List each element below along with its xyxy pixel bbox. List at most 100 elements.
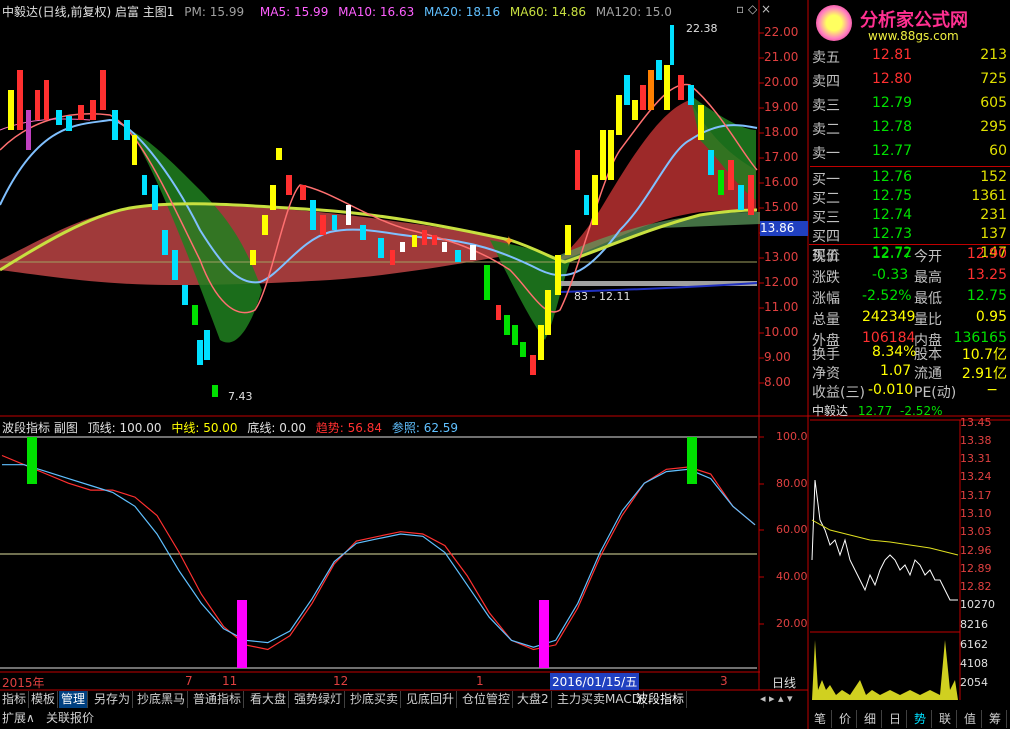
y-tick-8: 8.00 xyxy=(764,375,791,389)
ask-row[interactable]: 卖三 12.79 605 xyxy=(810,95,1010,115)
ma10-label: MA10: 16.63 xyxy=(338,5,415,19)
mini-y: 6162 xyxy=(960,638,988,651)
mini-y: 13.31 xyxy=(960,452,992,465)
sub-y-tick: 100.0 xyxy=(776,430,808,443)
period-label[interactable]: 日线 xyxy=(772,674,796,691)
indicator-tabs: 指标 模板 管理 另存为 抄底黑马 普通指标 看大盘 强势绿灯 抄底买卖 见底回… xyxy=(0,691,770,709)
quote-divider-1 xyxy=(809,244,1010,245)
mini-y: 13.10 xyxy=(960,507,992,520)
ask-row[interactable]: 卖五 12.81 213 xyxy=(810,47,1010,67)
tab-manage[interactable]: 管理 xyxy=(59,691,89,708)
side-tab-trend[interactable]: 势 xyxy=(909,710,932,728)
sub-y-ticks xyxy=(759,436,764,625)
stock-chart-window: 中毅达(日线,前复权) 启富 主图1 PM: 15.99 MA5: 15.99 … xyxy=(0,0,1010,729)
high-marker: 22.38 xyxy=(686,22,718,35)
bid-row[interactable]: 买三 12.74 231 xyxy=(810,207,1010,227)
mini-y: 8216 xyxy=(960,618,988,631)
related-quote-button[interactable]: 关联报价 xyxy=(46,710,94,727)
side-tab-tick[interactable]: 笔 xyxy=(809,710,832,728)
tab-indicator[interactable]: 指标 xyxy=(0,691,30,708)
sub-sell-signal-1 xyxy=(27,437,37,484)
timeline-month: 11 xyxy=(222,674,238,688)
y-tick-13: 13.00 xyxy=(764,250,799,264)
scroll-arrows[interactable]: ◂ ▸ ▴ ▾ xyxy=(760,692,793,705)
tab-green-light[interactable]: 强势绿灯 xyxy=(292,691,346,708)
y-tick-10: 10.00 xyxy=(764,325,799,339)
sub-y-tick: 80.00 xyxy=(776,477,808,490)
sub-chart-plot xyxy=(1,454,756,651)
quote-row: 净资 1.07 流通 2.91亿 xyxy=(812,363,1007,382)
tab-save-as[interactable]: 另存为 xyxy=(92,691,134,708)
mini-y: 12.96 xyxy=(960,544,992,557)
mini-header: 中毅达 12.77 -2.52% xyxy=(812,402,942,419)
mid-marker: 83 - 12.11 xyxy=(574,290,631,303)
main-chart-header: 中毅达(日线,前复权) 启富 主图1 PM: 15.99 MA5: 15.99 … xyxy=(2,3,678,19)
mini-y: 10270 xyxy=(960,598,995,611)
expand-button[interactable]: 扩展∧ xyxy=(2,710,35,727)
y-tick-22: 22.00 xyxy=(764,25,799,39)
quote-row: 现价 12.77 今开 12.90 xyxy=(812,246,1007,265)
side-tab-chips[interactable]: 筹 xyxy=(984,710,1007,728)
timeline-month: 3 xyxy=(720,674,728,688)
mini-y: 13.45 xyxy=(960,416,992,429)
quote-row: 换手 8.34% 股本 10.7亿 xyxy=(812,344,1007,363)
bid-row[interactable]: 买四 12.73 137 xyxy=(810,226,1010,246)
sub-chart-header: 波段指标 副图 顶线: 100.00 中线: 50.00 底线: 0.00 趋势… xyxy=(2,419,464,435)
bid-row[interactable]: 买一 12.76 152 xyxy=(810,169,1010,189)
tab-market2[interactable]: 大盘2 xyxy=(515,691,552,708)
tab-normal-indicator[interactable]: 普通指标 xyxy=(191,691,245,708)
mini-y: 13.03 xyxy=(960,525,992,538)
tab-main-macd[interactable]: 主力买卖MACD xyxy=(555,691,644,708)
mini-y: 12.82 xyxy=(960,580,992,593)
mini-y: 13.38 xyxy=(960,434,992,447)
mini-price: 12.77 xyxy=(857,404,893,418)
y-tick-11: 11.00 xyxy=(764,300,799,314)
sub-series-line-0 xyxy=(1,454,756,651)
mini-y: 12.89 xyxy=(960,562,992,575)
mini-name: 中毅达 xyxy=(812,404,849,418)
ma5-label: MA5: 15.99 xyxy=(259,5,329,19)
timeline-month: 7 xyxy=(185,674,193,688)
y-tick-17: 17.00 xyxy=(764,150,799,164)
sub-sell-signal-2 xyxy=(687,437,697,484)
ask-row[interactable]: 卖四 12.80 725 xyxy=(810,71,1010,91)
tab-band-indicator[interactable]: 波段指标 xyxy=(634,691,688,708)
chart-title[interactable]: 中毅达(日线,前复权) 启富 主图1 xyxy=(2,5,174,19)
mini-change: -2.52% xyxy=(900,404,943,418)
mini-y: 13.17 xyxy=(960,489,992,502)
tab-market[interactable]: 看大盘 xyxy=(248,691,290,708)
sub-y-tick: 60.00 xyxy=(776,523,808,536)
sub-title[interactable]: 波段指标 副图 xyxy=(2,421,78,435)
y-tick-12: 12.00 xyxy=(764,275,799,289)
timeline-month: 1 xyxy=(476,674,484,688)
header-controls[interactable]: ▫ ◇ × xyxy=(736,2,771,16)
y-tick-20: 20.00 xyxy=(764,75,799,89)
y-tick-16: 16.00 xyxy=(764,175,799,189)
bid-row[interactable]: 买二 12.75 1361 xyxy=(810,188,1010,208)
order-book-divider xyxy=(810,166,1010,167)
tab-position[interactable]: 仓位管控 xyxy=(460,691,514,708)
sub-trend-label: 趋势: 56.84 xyxy=(315,421,383,435)
side-tab-detail[interactable]: 细 xyxy=(859,710,882,728)
tab-bottom-horse[interactable]: 抄底黑马 xyxy=(135,691,189,708)
sub-y-tick: 40.00 xyxy=(776,570,808,583)
tab-template[interactable]: 模板 xyxy=(29,691,59,708)
sub-bottom-label: 底线: 0.00 xyxy=(247,421,306,435)
timeline-month: 12 xyxy=(333,674,349,688)
sub-top-label: 顶线: 100.00 xyxy=(87,421,162,435)
mini-y: 13.24 xyxy=(960,470,992,483)
sub-buy-signal-2 xyxy=(539,600,549,668)
side-tab-day[interactable]: 日 xyxy=(884,710,907,728)
mini-y: 4108 xyxy=(960,657,988,670)
tab-bottom-trade[interactable]: 抄底买卖 xyxy=(348,691,402,708)
ask-row[interactable]: 卖一 12.77 60 xyxy=(810,143,1010,163)
brand-url: www.88gs.com xyxy=(868,29,959,43)
side-tab-price[interactable]: 价 xyxy=(834,710,857,728)
ask-row[interactable]: 卖二 12.78 295 xyxy=(810,119,1010,139)
y-tick-21: 21.00 xyxy=(764,50,799,64)
tab-rebound[interactable]: 见底回升 xyxy=(404,691,458,708)
cursor-date: 2016/01/15/五 xyxy=(550,673,640,690)
side-tab-value[interactable]: 值 xyxy=(959,710,982,728)
side-tab-link[interactable]: 联 xyxy=(934,710,957,728)
quote-row: 总量 242349 量比 0.95 xyxy=(812,309,1007,328)
